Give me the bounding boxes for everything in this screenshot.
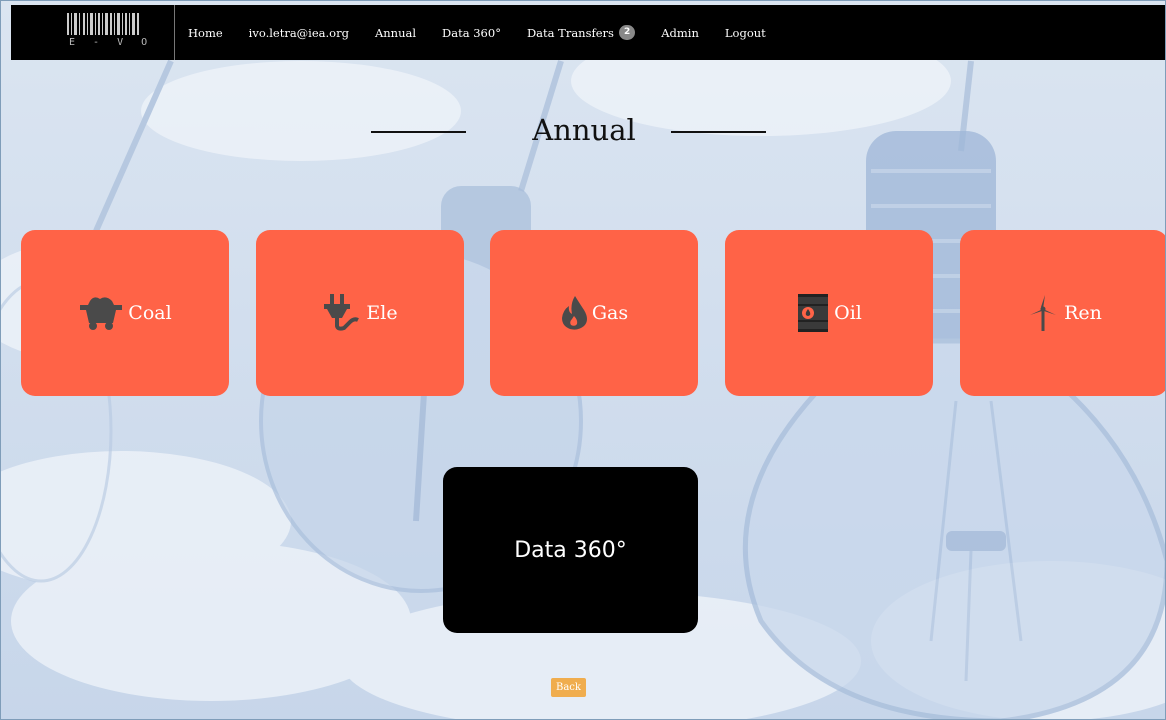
data-360-label: Data 360°	[514, 537, 627, 563]
nav-user-email[interactable]: ivo.letra@iea.org	[249, 26, 349, 40]
card-coal-label: Coal	[128, 302, 172, 324]
data-transfers-count-badge: 2	[618, 25, 636, 40]
nav-home[interactable]: Home	[188, 26, 223, 40]
nav-data-360[interactable]: Data 360°	[442, 26, 501, 40]
app-window: E - V O Home ivo.letra@iea.org Annual Da…	[0, 0, 1166, 720]
nav-data-transfers[interactable]: Data Transfers 2	[526, 25, 636, 40]
card-ele[interactable]: Ele	[256, 230, 464, 396]
card-gas[interactable]: Gas	[490, 230, 698, 396]
card-ren[interactable]: Ren	[960, 230, 1165, 396]
nav-logout[interactable]: Logout	[725, 26, 766, 40]
evo-logo[interactable]: E - V O	[11, 5, 175, 60]
card-ren-label: Ren	[1064, 302, 1102, 324]
card-oil[interactable]: Oil	[725, 230, 933, 396]
plug-icon	[322, 294, 362, 332]
card-ele-label: Ele	[366, 302, 398, 324]
title-row: Annual	[1, 113, 1165, 153]
card-oil-label: Oil	[834, 302, 862, 324]
nav-data-transfers-label: Data Transfers	[526, 25, 614, 40]
oil-barrel-icon	[796, 294, 830, 332]
card-gas-label: Gas	[591, 302, 629, 324]
card-coal[interactable]: Coal	[21, 230, 229, 396]
page-title: Annual	[532, 113, 636, 147]
wind-turbine-icon	[1026, 295, 1060, 331]
logo-text: E - V O	[69, 37, 154, 48]
data-360-card[interactable]: Data 360°	[443, 467, 698, 633]
title-rule-right	[671, 131, 766, 133]
coal-cart-icon	[78, 295, 124, 331]
top-navbar: E - V O Home ivo.letra@iea.org Annual Da…	[11, 5, 1165, 60]
nav-admin[interactable]: Admin	[661, 26, 699, 40]
nav-annual[interactable]: Annual	[375, 26, 416, 40]
barcode-logo-icon	[67, 13, 139, 35]
back-button[interactable]: Back	[551, 678, 586, 697]
flame-icon	[560, 296, 588, 330]
